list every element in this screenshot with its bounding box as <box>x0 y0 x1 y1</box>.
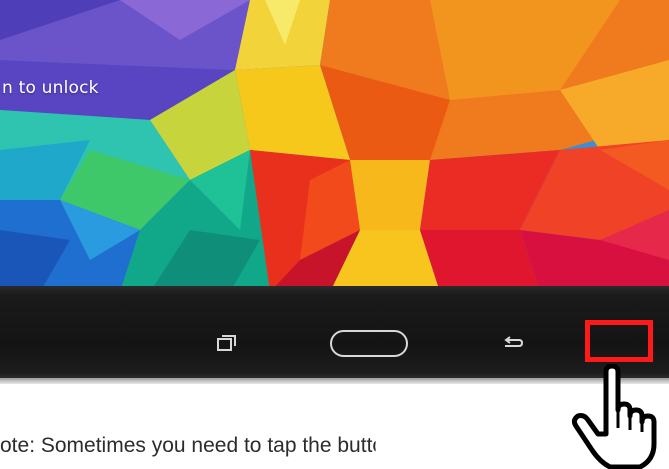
recent-apps-icon[interactable] <box>216 333 238 353</box>
highlight-box <box>585 320 653 362</box>
lock-screen[interactable]: n to unlock <box>0 0 669 292</box>
wallpaper <box>0 0 669 292</box>
home-button[interactable] <box>330 330 408 357</box>
unlock-hint: n to unlock <box>2 78 99 98</box>
caption-note: ote: Sometimes you need to tap the butto… <box>0 434 472 457</box>
back-arrow-icon[interactable] <box>500 334 524 352</box>
hand-pointer-icon <box>571 364 657 469</box>
